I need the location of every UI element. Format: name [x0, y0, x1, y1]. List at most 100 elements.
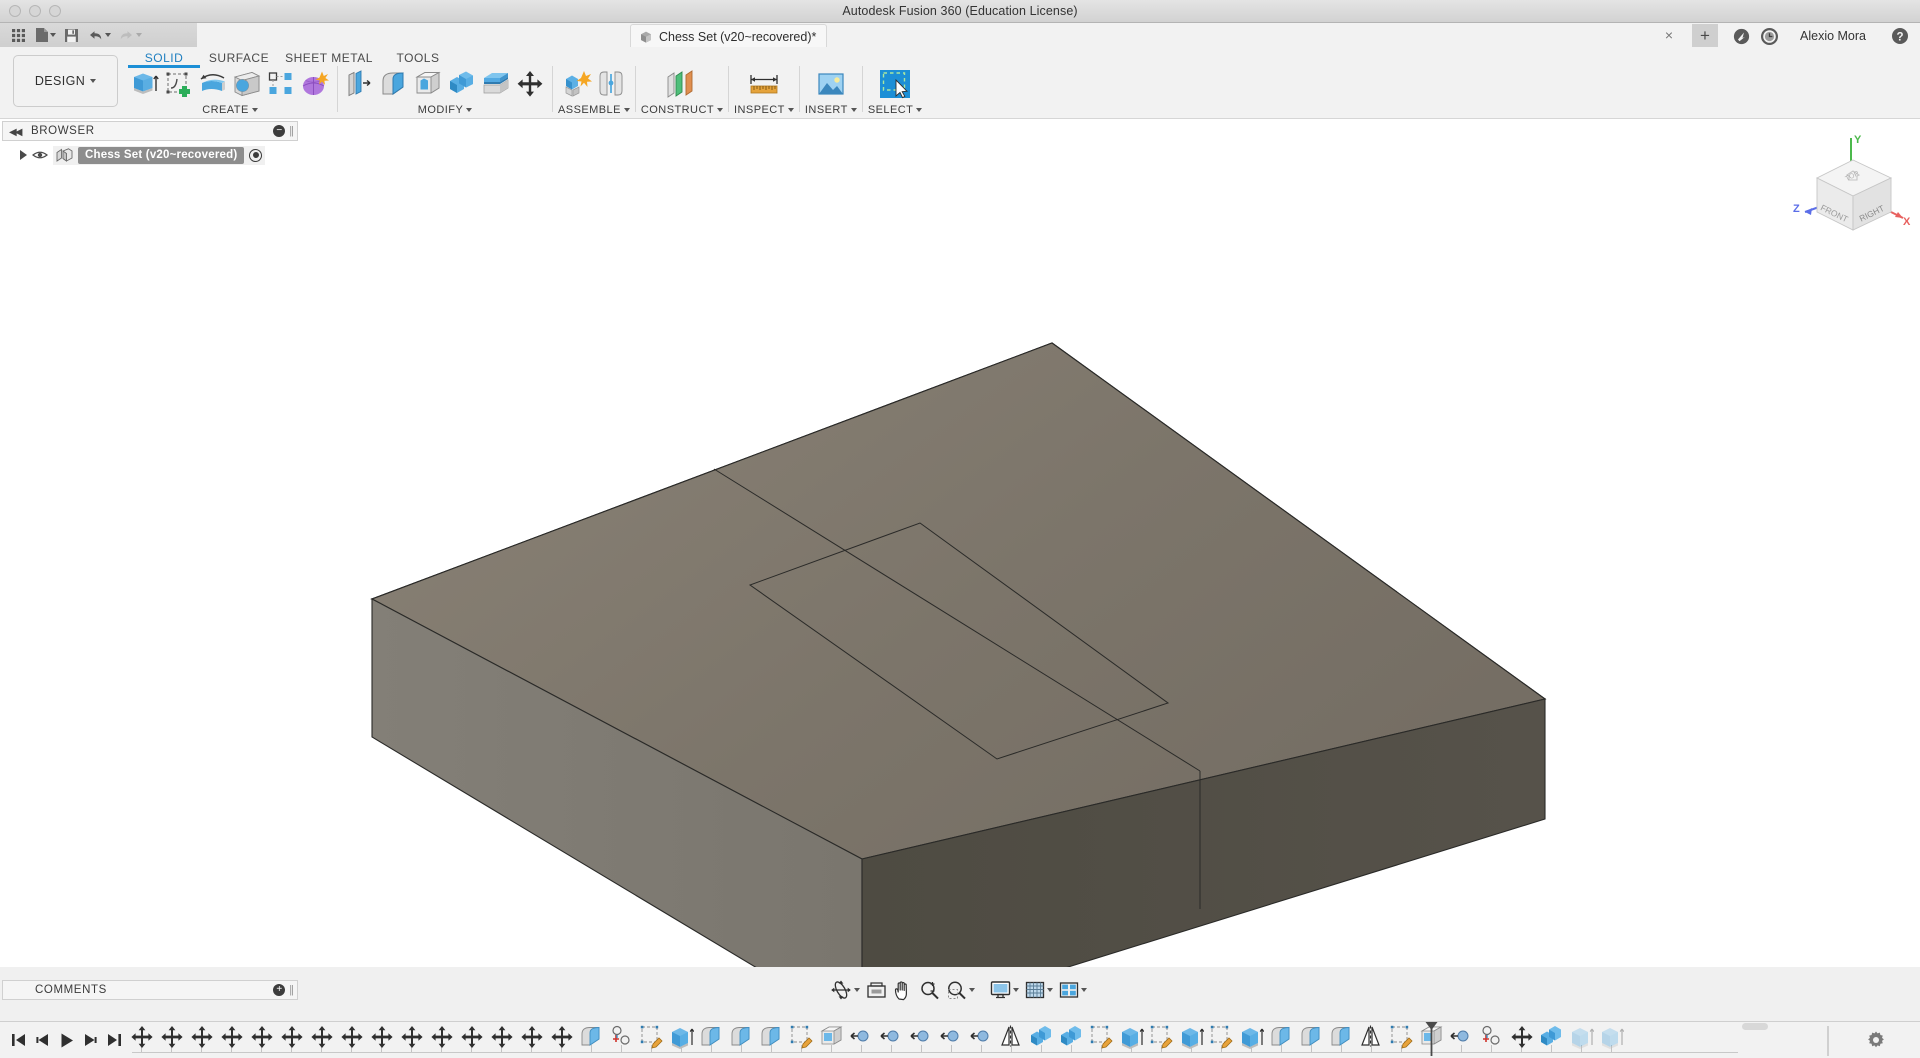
new-component-icon[interactable]	[560, 66, 594, 102]
pan-icon[interactable]	[890, 977, 916, 1003]
timeline-feature-joint[interactable]	[906, 1024, 936, 1050]
timeline-feature-sketch[interactable]	[1206, 1024, 1236, 1050]
orbit-icon[interactable]	[827, 977, 863, 1003]
timeline-feature-combine[interactable]	[1026, 1024, 1056, 1050]
workspace-switcher-button[interactable]: DESIGN	[13, 55, 118, 107]
panel-label-inspect[interactable]: INSPECT	[734, 102, 794, 117]
hole-icon[interactable]	[230, 66, 264, 102]
select-window-icon[interactable]	[869, 66, 921, 102]
triangle-right-icon[interactable]	[20, 150, 27, 160]
browser-root-row[interactable]: Chess Set (v20~recovered)	[0, 145, 300, 165]
timeline-feature-extrude[interactable]	[1236, 1024, 1266, 1050]
browser-item-chess-set[interactable]: Chess Set (v20~recovered)	[78, 147, 244, 164]
ribbon-tab-surface[interactable]: SURFACE	[200, 47, 278, 68]
timeline-feature-extrude[interactable]	[1176, 1024, 1206, 1050]
timeline-feature-fillet[interactable]	[1296, 1024, 1326, 1050]
timeline-feature-joint[interactable]	[876, 1024, 906, 1050]
panel-label-construct[interactable]: CONSTRUCT	[641, 102, 723, 117]
timeline-feature-move[interactable]	[126, 1024, 156, 1050]
timeline-feature-fillet[interactable]	[1326, 1024, 1356, 1050]
timeline-feature-extrude[interactable]	[1566, 1024, 1596, 1050]
timeline-feature-joint[interactable]	[936, 1024, 966, 1050]
browser-options-icon[interactable]: −	[273, 125, 285, 137]
timeline-feature-mirror[interactable]	[996, 1024, 1026, 1050]
chevron-down-icon[interactable]	[1013, 988, 1019, 992]
revolve-icon[interactable]	[196, 66, 230, 102]
combine-icon[interactable]	[445, 66, 479, 102]
user-account-label[interactable]: Alexio Mora	[1800, 29, 1866, 43]
panel-label-modify[interactable]: MODIFY	[418, 102, 472, 117]
3d-viewport[interactable]	[0, 119, 1920, 967]
chevron-down-icon[interactable]	[969, 988, 975, 992]
step-back-button[interactable]	[30, 1025, 54, 1055]
pattern-icon[interactable]	[264, 66, 298, 102]
timeline-feature-component[interactable]	[606, 1024, 636, 1050]
timeline-feature-sketch[interactable]	[786, 1024, 816, 1050]
new-tab-button[interactable]: +	[1692, 24, 1718, 47]
timeline-feature-extrude[interactable]	[1116, 1024, 1146, 1050]
timeline-feature-fillet[interactable]	[756, 1024, 786, 1050]
timeline-feature-move[interactable]	[246, 1024, 276, 1050]
timeline-feature-joint[interactable]	[846, 1024, 876, 1050]
timeline-feature-joint[interactable]	[1446, 1024, 1476, 1050]
add-comment-icon[interactable]: +	[273, 984, 285, 996]
extrude-icon[interactable]	[128, 66, 162, 102]
timeline-feature-combine[interactable]	[1056, 1024, 1086, 1050]
timeline-feature-move[interactable]	[276, 1024, 306, 1050]
timeline-feature-combine[interactable]	[1536, 1024, 1566, 1050]
timeline-feature-sketch[interactable]	[1086, 1024, 1116, 1050]
timeline-scroll-handle[interactable]	[1742, 1023, 1768, 1030]
timeline-feature-move[interactable]	[396, 1024, 426, 1050]
chevron-down-icon[interactable]	[1081, 988, 1087, 992]
timeline-feature-move[interactable]	[156, 1024, 186, 1050]
offset-plane-icon[interactable]	[658, 66, 706, 102]
panel-label-insert[interactable]: INSERT	[805, 102, 857, 117]
viewports-icon[interactable]	[1056, 977, 1090, 1003]
ribbon-tab-sheet-metal[interactable]: SHEET METAL	[278, 47, 380, 68]
timeline-feature-extrude[interactable]	[1596, 1024, 1626, 1050]
ribbon-tab-tools[interactable]: TOOLS	[380, 47, 456, 68]
timeline-feature-joint[interactable]	[966, 1024, 996, 1050]
timeline-feature-move[interactable]	[186, 1024, 216, 1050]
collapse-panel-icon[interactable]: ◀◀	[9, 127, 20, 138]
chevron-down-icon[interactable]	[854, 988, 860, 992]
activate-component-icon[interactable]	[249, 149, 262, 162]
create-form-icon[interactable]	[298, 66, 332, 102]
timeline-marker[interactable]	[1425, 1022, 1438, 1056]
timeline-feature-sketch[interactable]	[1146, 1024, 1176, 1050]
chevron-down-icon[interactable]	[1047, 988, 1053, 992]
timeline-feature-move[interactable]	[306, 1024, 336, 1050]
help-icon[interactable]: ?	[1890, 26, 1910, 46]
zoom-icon[interactable]	[916, 977, 943, 1003]
timeline-feature-fillet[interactable]	[576, 1024, 606, 1050]
zoom-window-icon[interactable]	[943, 977, 978, 1003]
press-pull-icon[interactable]	[343, 66, 377, 102]
timeline-feature-sketch[interactable]	[636, 1024, 666, 1050]
panel-resize-grip[interactable]: ||	[289, 984, 293, 996]
close-tab-button[interactable]: ×	[1662, 28, 1676, 42]
timeline-feature-move[interactable]	[546, 1024, 576, 1050]
timeline-feature-extrude[interactable]	[666, 1024, 696, 1050]
timeline-feature-shell[interactable]	[816, 1024, 846, 1050]
grid-snaps-icon[interactable]	[1022, 977, 1056, 1003]
timeline-feature-fillet[interactable]	[696, 1024, 726, 1050]
measure-icon[interactable]	[737, 66, 791, 102]
insert-image-icon[interactable]	[805, 66, 857, 102]
go-to-end-button[interactable]	[102, 1025, 126, 1055]
timeline-feature-move[interactable]	[486, 1024, 516, 1050]
ribbon-tab-solid[interactable]: SOLID	[128, 47, 200, 68]
document-tab[interactable]: Chess Set (v20~recovered)*	[630, 24, 827, 48]
step-forward-button[interactable]	[78, 1025, 102, 1055]
display-settings-icon[interactable]	[987, 977, 1022, 1003]
timeline-feature-move[interactable]	[1506, 1024, 1536, 1050]
timeline-feature-move[interactable]	[456, 1024, 486, 1050]
timeline-feature-move[interactable]	[426, 1024, 456, 1050]
timeline-track[interactable]	[126, 1022, 1856, 1058]
view-cube[interactable]: Y Z X TOP FRONT RIGHT	[1791, 130, 1916, 250]
timeline-feature-move[interactable]	[336, 1024, 366, 1050]
timeline-feature-move[interactable]	[516, 1024, 546, 1050]
joint-icon[interactable]	[594, 66, 628, 102]
timeline-feature-component[interactable]	[1476, 1024, 1506, 1050]
panel-label-assemble[interactable]: ASSEMBLE	[558, 102, 630, 117]
split-face-icon[interactable]	[479, 66, 513, 102]
